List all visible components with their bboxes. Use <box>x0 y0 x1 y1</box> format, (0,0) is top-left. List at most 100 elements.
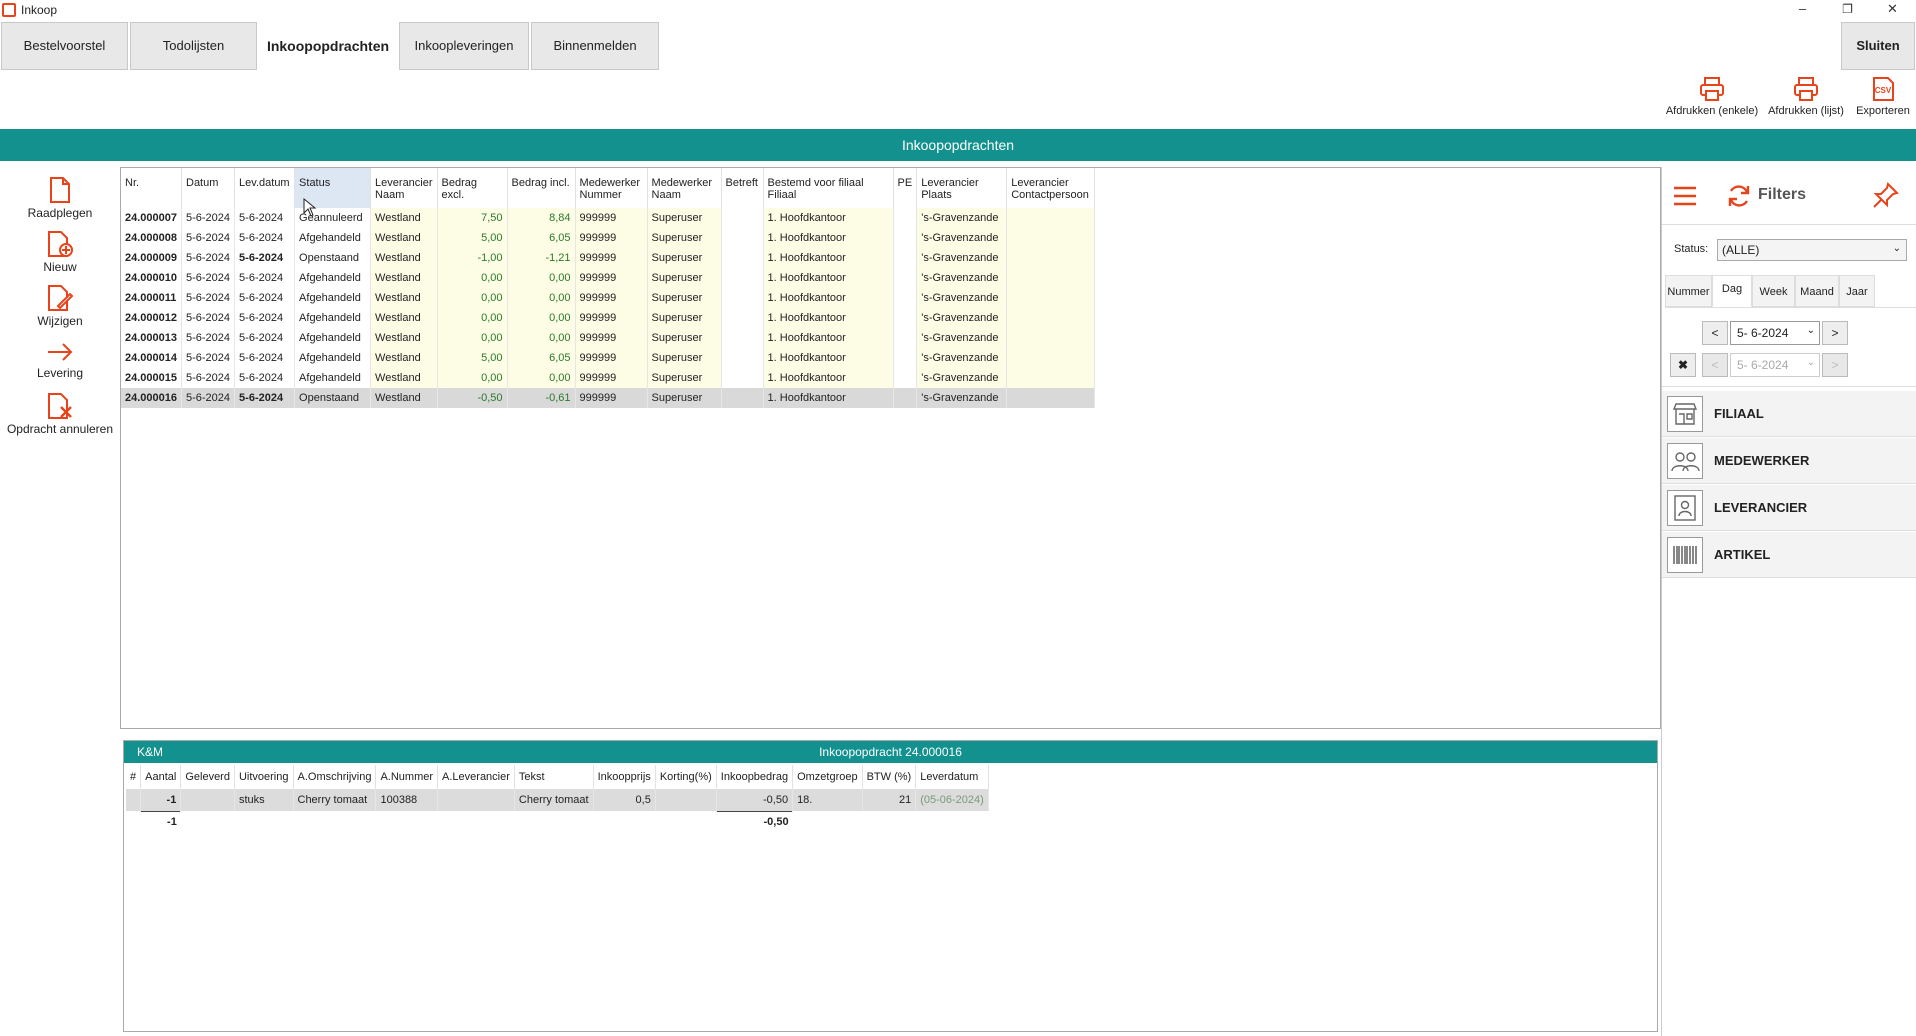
table-cell: 999999 <box>575 268 648 288</box>
date-from-input[interactable]: 5- 6-2024 ⌄ <box>1730 321 1820 345</box>
title-bar: Inkoop – ❐ ✕ <box>0 0 1916 20</box>
detail-column-header[interactable]: Korting(%) <box>655 765 717 789</box>
detail-column-header[interactable]: # <box>126 765 142 789</box>
column-header-line1: Leverancier <box>1011 177 1069 189</box>
column-header[interactable]: Bestemd voor filiaal Filiaal <box>763 168 894 208</box>
detail-cell: (05-06-2024) <box>915 789 989 811</box>
table-row[interactable]: 24.000013 5-6-2024 5-6-2024 Afgehandeld West… <box>121 328 1096 348</box>
tab-nummer[interactable]: Nummer <box>1665 275 1712 307</box>
tab-week[interactable]: Week <box>1752 275 1795 307</box>
filter-artikel[interactable]: ARTIKEL <box>1662 532 1916 578</box>
column-header[interactable]: Datum <box>181 168 236 208</box>
detail-column-header[interactable]: A.Leverancier <box>437 765 515 789</box>
table-cell: Westland <box>370 308 438 328</box>
column-header[interactable]: Leverancier Naam <box>370 168 438 208</box>
column-header[interactable]: Bedrag incl. <box>507 168 576 208</box>
arrow-right-icon <box>48 343 73 361</box>
date-from-prev-button[interactable]: < <box>1702 321 1728 345</box>
date-from-next-button[interactable]: > <box>1822 321 1848 345</box>
detail-column-header[interactable]: BTW (%) <box>862 765 917 789</box>
tab-todolijsten[interactable]: Todolijsten <box>130 22 257 70</box>
levering-button[interactable]: Levering <box>0 340 120 380</box>
table-cell: 1. Hoofdkantoor <box>763 308 894 328</box>
table-cell: 0,00 <box>437 308 508 328</box>
minimize-button[interactable]: – <box>1780 0 1825 20</box>
hamburger-menu-icon[interactable] <box>1672 185 1698 207</box>
detail-column-header[interactable]: A.Omschrijving <box>293 765 377 789</box>
table-row[interactable]: 24.000010 5-6-2024 5-6-2024 Afgehandeld West… <box>121 268 1096 288</box>
tab-inkoopopdrachten[interactable]: Inkoopopdrachten <box>259 22 397 70</box>
table-row[interactable]: 24.000011 5-6-2024 5-6-2024 Afgehandeld West… <box>121 288 1096 308</box>
detail-column-header[interactable]: Omzetgroep <box>792 765 863 789</box>
chevron-down-icon: ⌄ <box>1806 357 1815 368</box>
table-cell: Afgehandeld <box>294 288 372 308</box>
detail-column-header[interactable]: A.Nummer <box>375 765 439 789</box>
wijzigen-button[interactable]: Wijzigen <box>0 284 120 328</box>
column-header[interactable]: Lev.datum <box>234 168 296 208</box>
table-cell: 's-Gravenzande <box>916 248 1008 268</box>
detail-column-header[interactable]: Aantal <box>140 765 182 789</box>
status-select[interactable]: (ALLE) ⌄ <box>1717 239 1907 261</box>
table-cell: 1. Hoofdkantoor <box>763 248 894 268</box>
detail-column-header[interactable]: Inkoopprijs <box>593 765 656 789</box>
column-header[interactable]: Medewerker Naam <box>647 168 722 208</box>
raadplegen-button[interactable]: Raadplegen <box>0 176 120 220</box>
detail-column-header[interactable]: Uitvoering <box>234 765 294 789</box>
table-cell <box>721 328 764 348</box>
column-header[interactable]: Nr. <box>121 168 182 208</box>
table-row[interactable]: 24.000007 5-6-2024 5-6-2024 Geannuleerd West… <box>121 208 1096 228</box>
table-cell <box>721 308 764 328</box>
close-window-button[interactable]: ✕ <box>1870 0 1915 20</box>
table-row[interactable]: 24.000015 5-6-2024 5-6-2024 Afgehandeld West… <box>121 368 1096 388</box>
table-cell: -0,50 <box>437 388 508 408</box>
restore-button[interactable]: ❐ <box>1825 0 1870 20</box>
table-cell: Westland <box>370 268 438 288</box>
document-edit-icon <box>48 285 74 311</box>
orders-grid[interactable]: Nr. Datum Lev.datum Status Leverancier Naam Be… <box>120 167 1661 729</box>
tab-dag[interactable]: Dag <box>1712 275 1752 307</box>
table-cell: Superuser <box>647 308 722 328</box>
table-cell <box>721 368 764 388</box>
clear-date-button[interactable]: ✖ <box>1670 353 1696 377</box>
nieuw-button[interactable]: Nieuw <box>0 230 120 274</box>
table-row[interactable]: 24.000008 5-6-2024 5-6-2024 Afgehandeld West… <box>121 228 1096 248</box>
print-single-button[interactable]: Afdrukken (enkele) <box>1664 76 1760 117</box>
tab-jaar[interactable]: Jaar <box>1839 275 1875 307</box>
detail-column-header[interactable]: Tekst <box>514 765 594 789</box>
app-icon <box>2 3 16 17</box>
refresh-icon[interactable] <box>1726 183 1752 209</box>
tab-maand[interactable]: Maand <box>1795 275 1839 307</box>
column-header[interactable]: Leverancier Plaats <box>916 168 1008 208</box>
column-header[interactable]: PE <box>893 168 918 208</box>
column-header[interactable]: Medewerker Nummer <box>575 168 648 208</box>
table-row[interactable]: 24.000016 5-6-2024 5-6-2024 Openstaand Westl… <box>121 388 1096 408</box>
date-to-input: 5- 6-2024 ⌄ <box>1730 353 1820 377</box>
filter-filiaal[interactable]: FILIAAL <box>1662 391 1916 437</box>
tab-binnenmelden[interactable]: Binnenmelden <box>531 22 659 70</box>
table-cell: 0,00 <box>507 328 576 348</box>
tab-inkoopleveringen[interactable]: Inkoopleveringen <box>399 22 529 70</box>
pin-icon[interactable] <box>1872 181 1900 209</box>
table-row[interactable]: 24.000009 5-6-2024 5-6-2024 Openstaand Westl… <box>121 248 1096 268</box>
column-header[interactable]: Leverancier Contactpersoon <box>1006 168 1096 208</box>
chevron-down-icon: ⌄ <box>1806 325 1815 336</box>
detail-column-header[interactable]: Geleverd <box>180 765 235 789</box>
column-header[interactable]: Bedrag excl. <box>437 168 508 208</box>
filter-medewerker[interactable]: MEDEWERKER <box>1662 438 1916 484</box>
print-list-button[interactable]: Afdrukken (lijst) <box>1763 76 1849 117</box>
detail-column-header[interactable]: Leverdatum <box>915 765 989 789</box>
detail-row[interactable]: -1 stuks Cherry tomaat 100388 Cherry tomaat 0… <box>126 789 989 811</box>
sluiten-button[interactable]: Sluiten <box>1841 22 1915 70</box>
filter-leverancier[interactable]: LEVERANCIER <box>1662 485 1916 531</box>
wijzigen-label: Wijzigen <box>37 314 83 328</box>
table-row[interactable]: 24.000014 5-6-2024 5-6-2024 Afgehandeld West… <box>121 348 1096 368</box>
export-button[interactable]: CSV Exporteren <box>1852 76 1914 117</box>
table-cell: 999999 <box>575 328 648 348</box>
order-lines-table[interactable]: # Aantal Geleverd Uitvoering A.Omschrijving A… <box>126 765 989 833</box>
table-cell: 24.000011 <box>121 288 182 308</box>
column-header[interactable]: Betreft <box>721 168 764 208</box>
opdracht-annuleren-button[interactable]: Opdracht annuleren <box>0 392 120 436</box>
detail-column-header[interactable]: Inkoopbedrag <box>716 765 794 789</box>
table-row[interactable]: 24.000012 5-6-2024 5-6-2024 Afgehandeld West… <box>121 308 1096 328</box>
tab-bestelvoorstel[interactable]: Bestelvoorstel <box>1 22 128 70</box>
